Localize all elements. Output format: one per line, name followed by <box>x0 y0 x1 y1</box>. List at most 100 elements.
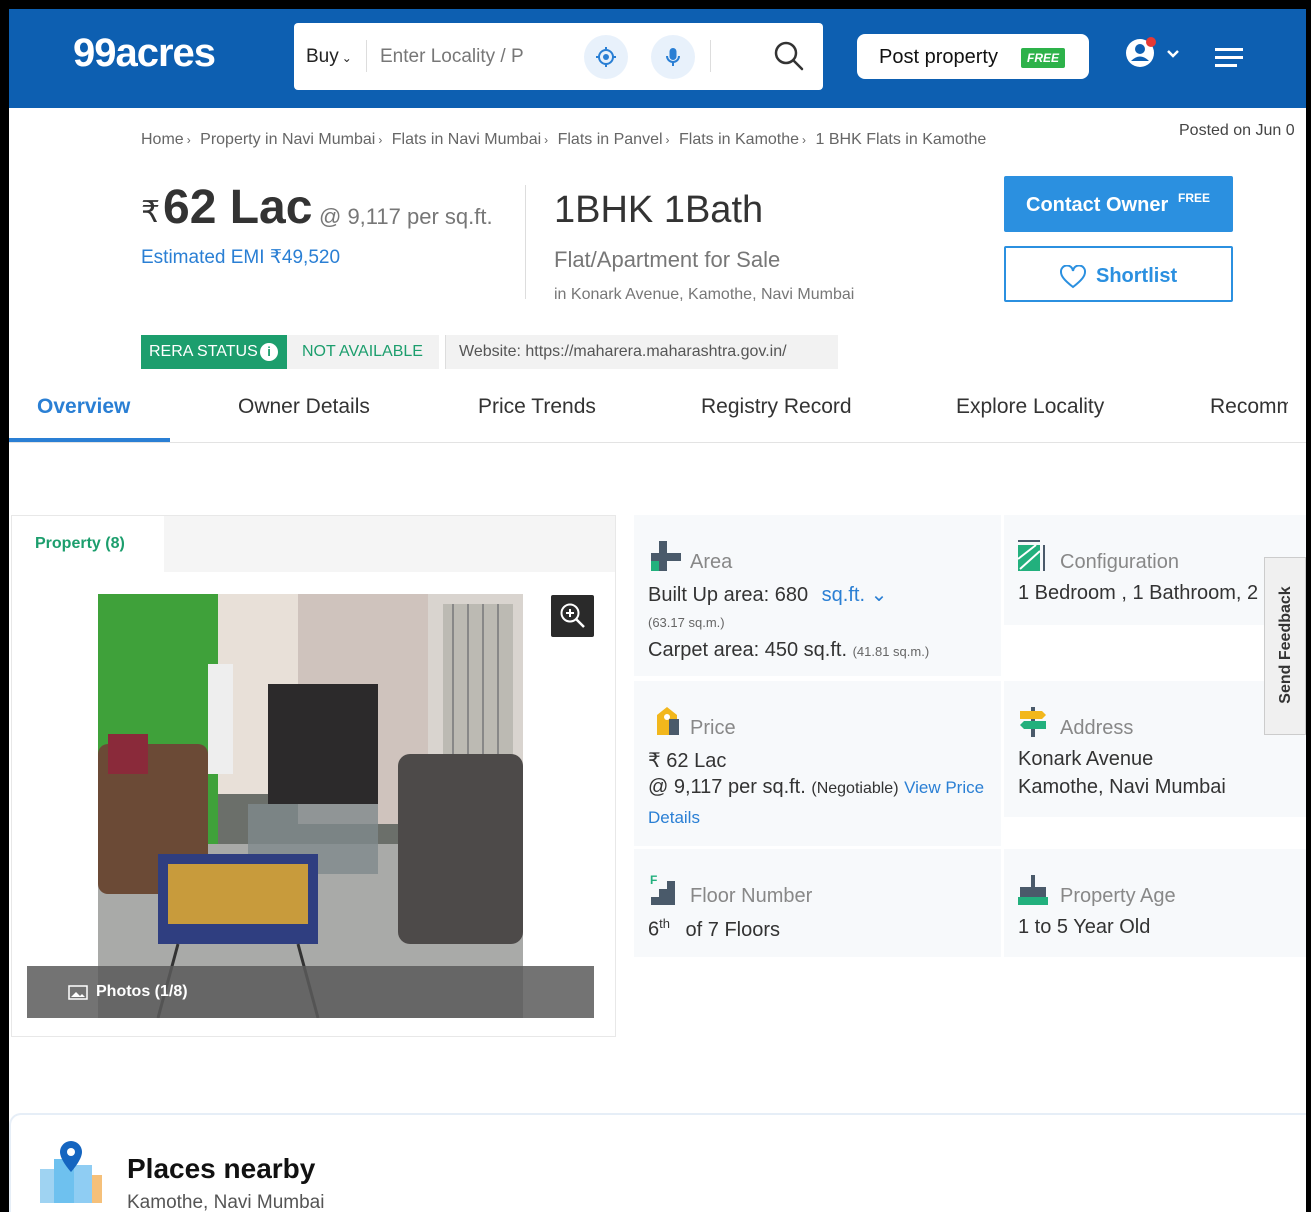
breadcrumb-property-navi-mumbai[interactable]: Property in Navi Mumbai <box>200 131 375 148</box>
post-property-button[interactable]: Post property FREE <box>857 34 1089 79</box>
configuration-icon <box>1017 540 1045 571</box>
send-feedback-tab[interactable]: Send Feedback <box>1264 557 1306 735</box>
locate-me-button[interactable] <box>584 35 628 79</box>
info-icon[interactable]: i <box>260 343 278 361</box>
gallery-tab-property[interactable]: Property (8) <box>12 516 164 572</box>
breadcrumb-home[interactable]: Home <box>141 131 184 148</box>
detail-address: Address Konark Avenue Kamothe, Navi Mumb… <box>1004 681 1306 817</box>
hamburger-menu-icon[interactable] <box>1215 47 1245 69</box>
address-label: Address <box>1060 717 1134 739</box>
photos-count-bar[interactable]: Photos (1/8) <box>27 966 594 1018</box>
property-age-value: 1 to 5 Year Old <box>1018 916 1151 938</box>
tab-overview[interactable]: Overview <box>37 395 130 419</box>
chevron-right-icon: › <box>544 133 549 147</box>
floor-stairs-icon: F <box>650 873 675 905</box>
property-type: Flat/Apartment for Sale <box>554 247 781 272</box>
send-feedback-label: Send Feedback <box>1277 586 1294 704</box>
places-nearby-subtitle: Kamothe, Navi Mumbai <box>127 1192 325 1212</box>
total-floors: of 7 Floors <box>685 918 781 941</box>
price-per-sqft: @ 9,117 per sq.ft. <box>319 204 493 229</box>
zoom-button[interactable] <box>551 595 594 637</box>
chevron-down-icon: ⌄ <box>341 51 352 65</box>
built-up-area-value: Built Up area: 680 <box>648 584 809 606</box>
city-location-pin-icon <box>40 1141 102 1203</box>
places-nearby-section: Places nearby Kamothe, Navi Mumbai <box>9 1113 1306 1212</box>
search-icon[interactable] <box>772 39 806 73</box>
zoom-in-icon <box>560 603 585 628</box>
divider <box>366 40 367 72</box>
area-icon <box>651 541 681 571</box>
property-location: in Konark Avenue, Kamothe, Navi Mumbai <box>554 286 855 303</box>
tab-owner-details[interactable]: Owner Details <box>238 395 370 419</box>
user-account-icon[interactable] <box>1125 37 1181 73</box>
contact-owner-label: Contact Owner <box>1026 194 1169 216</box>
divider <box>525 185 526 299</box>
living-room-photo <box>98 594 523 1018</box>
page: 99acres Buy ⌄ Enter Locality / P Post pr… <box>9 9 1306 1212</box>
detail-configuration: Configuration 1 Bedroom , 1 Bathroom, 2 <box>1004 515 1306 625</box>
estimated-emi-link[interactable]: Estimated EMI ₹49,520 <box>141 246 340 269</box>
listing-title: 1BHK 1Bath <box>554 189 764 231</box>
tab-price-trends[interactable]: Price Trends <box>478 395 596 419</box>
svg-text:F: F <box>650 873 657 887</box>
microphone-icon <box>666 48 680 66</box>
area-label: Area <box>690 551 733 573</box>
floor-number: 6 <box>648 918 660 941</box>
floor-number-value: 6th of 7 Floors <box>648 916 780 942</box>
tab-explore-locality[interactable]: Explore Locality <box>956 395 1104 419</box>
configuration-value: 1 Bedroom , 1 Bathroom, 2 <box>1018 582 1259 604</box>
photos-count-label: Photos (1/8) <box>96 983 188 1000</box>
detail-area: Area Built Up area: 680 sq.ft. ⌄ (63.17 … <box>634 515 1001 676</box>
detail-property-age: Property Age 1 to 5 Year Old <box>1004 849 1306 957</box>
built-up-area: Built Up area: 680 sq.ft. ⌄ <box>648 582 887 607</box>
rupee-symbol: ₹ <box>141 196 161 229</box>
image-icon <box>68 985 88 1000</box>
unit-dropdown[interactable]: sq.ft. ⌄ <box>822 584 888 606</box>
view-price-link[interactable]: View Price <box>904 778 984 797</box>
breadcrumb-1bhk-kamothe[interactable]: 1 BHK Flats in Kamothe <box>816 131 987 148</box>
heart-icon <box>1060 265 1086 289</box>
listing-price: 62 Lac <box>163 181 313 234</box>
search-input[interactable] <box>380 41 555 73</box>
rera-status-label: RERA STATUS <box>149 343 258 360</box>
shortlist-label: Shortlist <box>1096 265 1178 287</box>
breadcrumb-flats-kamothe[interactable]: Flats in Kamothe <box>679 131 799 148</box>
property-photo[interactable] <box>98 594 523 1018</box>
post-property-label: Post property <box>879 46 998 68</box>
price-tag-icon <box>657 707 679 735</box>
contact-owner-button[interactable]: Contact Owner FREE <box>1004 176 1233 232</box>
floor-suffix: th <box>659 916 670 931</box>
view-price-details-link[interactable]: Details <box>648 808 700 828</box>
chevron-right-icon: › <box>665 133 670 147</box>
property-age-label: Property Age <box>1060 885 1176 907</box>
carpet-area-value: Carpet area: 450 sq.ft. <box>648 639 848 661</box>
search-bar: Buy ⌄ <box>294 23 823 90</box>
buy-label: Buy <box>306 46 339 67</box>
price-per-sqft-detail: @ 9,117 per sq.ft. (Negotiable) View Pri… <box>648 776 984 799</box>
rera-status-badge: RERA STATUS i <box>141 335 287 369</box>
logo[interactable]: 99acres <box>73 31 216 76</box>
rera-website-text[interactable]: Website: https://maharera.maharashtra.go… <box>459 343 787 361</box>
photo-gallery: Property (8) Photos (1/8) <box>11 515 616 1037</box>
chevron-right-icon: › <box>378 133 383 147</box>
free-badge: FREE <box>1021 48 1065 68</box>
gallery-tabs: Property (8) <box>12 516 615 572</box>
detail-floor-number: F Floor Number 6th of 7 Floors <box>634 849 1001 957</box>
voice-search-button[interactable] <box>651 35 695 79</box>
building-age-icon <box>1018 875 1048 905</box>
tab-registry-record[interactable]: Registry Record <box>701 395 852 419</box>
divider <box>710 40 711 72</box>
tab-recommendations[interactable]: Recomm <box>1210 395 1288 419</box>
free-tag: FREE <box>1178 191 1211 205</box>
location-target-icon <box>596 47 616 67</box>
section-tabs: Overview Owner Details Price Trends Regi… <box>9 380 1306 443</box>
buy-dropdown[interactable]: Buy ⌄ <box>306 46 352 68</box>
breadcrumb-flats-panvel[interactable]: Flats in Panvel <box>558 131 663 148</box>
carpet-area: Carpet area: 450 sq.ft. (41.81 sq.m.) <box>648 639 929 662</box>
breadcrumb-flats-navi-mumbai[interactable]: Flats in Navi Mumbai <box>392 131 541 148</box>
chevron-right-icon: › <box>802 133 807 147</box>
shortlist-button[interactable]: Shortlist <box>1004 246 1233 302</box>
signpost-icon <box>1020 707 1046 737</box>
address-line-2: Kamothe, Navi Mumbai <box>1018 776 1226 798</box>
carpet-area-sqm: (41.81 sq.m.) <box>852 644 930 659</box>
